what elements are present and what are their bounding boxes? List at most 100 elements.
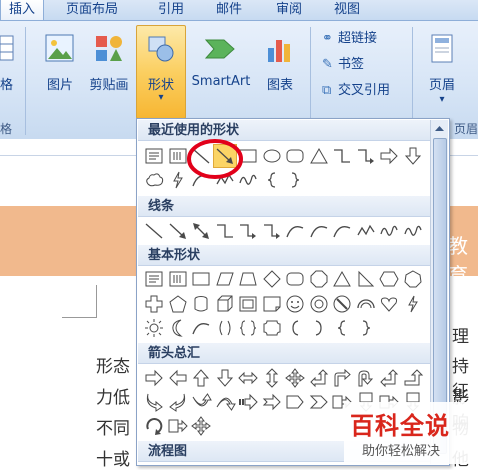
freeform-shape-icon[interactable]	[355, 220, 377, 242]
hyperlink-button[interactable]: ⚭ 超链接	[322, 30, 377, 48]
scroll-up-icon[interactable]	[433, 122, 446, 135]
elbowarr-shape-icon[interactable]	[261, 220, 283, 242]
bookmark-button[interactable]: ✎ 书签	[322, 56, 364, 74]
cross-shape-icon[interactable]	[143, 293, 165, 315]
dbrace-shape-icon[interactable]	[237, 317, 259, 339]
clipart-button[interactable]: 剪贴画	[84, 30, 134, 110]
elbow-shape-icon[interactable]	[214, 220, 236, 242]
curvedD-shape-icon[interactable]	[214, 391, 236, 413]
bentarrow-shape-icon[interactable]	[331, 367, 353, 389]
uturn-shape-icon[interactable]	[355, 367, 377, 389]
heptagon-shape-icon[interactable]	[402, 268, 424, 290]
section-lines: 线条	[138, 196, 430, 217]
calloutR-shape-icon[interactable]	[167, 415, 189, 437]
donut-shape-icon[interactable]	[308, 293, 330, 315]
heart-shape-icon[interactable]	[378, 293, 400, 315]
curvedU-shape-icon[interactable]	[190, 391, 212, 413]
udarrow-shape-icon[interactable]	[261, 367, 283, 389]
arrow-shape-icon[interactable]	[167, 220, 189, 242]
lupdown-shape-icon[interactable]	[378, 367, 400, 389]
dblarrow-shape-icon[interactable]	[190, 220, 212, 242]
shapes-button[interactable]: 形状 ▾	[136, 25, 186, 119]
bevel-shape-icon[interactable]	[237, 293, 259, 315]
tri-shape-icon[interactable]	[308, 145, 330, 167]
curvedR-shape-icon[interactable]	[143, 391, 165, 413]
chart-button[interactable]: 图表	[258, 30, 302, 110]
curve-shape-icon[interactable]	[190, 317, 212, 339]
table-button[interactable]: 格	[0, 30, 22, 110]
lbrace-shape-icon[interactable]	[331, 317, 353, 339]
tab-insert[interactable]: 插入	[0, 0, 44, 20]
rect-shape-icon[interactable]	[190, 268, 212, 290]
elbow-shape-icon[interactable]	[331, 145, 353, 167]
fold-shape-icon[interactable]	[261, 293, 283, 315]
tab-mailings[interactable]: 邮件	[216, 0, 242, 20]
pentagon-shape-icon[interactable]	[167, 293, 189, 315]
quadarrow-shape-icon[interactable]	[190, 415, 212, 437]
dbracket-shape-icon[interactable]	[214, 317, 236, 339]
scribble-shape-icon[interactable]	[402, 220, 424, 242]
curve-shape-icon[interactable]	[308, 220, 330, 242]
cloud-shape-icon[interactable]	[143, 169, 165, 191]
cube-shape-icon[interactable]	[214, 293, 236, 315]
scribble-shape-icon[interactable]	[378, 220, 400, 242]
quadarrow-shape-icon[interactable]	[284, 367, 306, 389]
rbrace-shape-icon[interactable]	[355, 317, 377, 339]
tab-view[interactable]: 视图	[334, 0, 360, 20]
moon-shape-icon[interactable]	[167, 317, 189, 339]
curve-shape-icon[interactable]	[331, 220, 353, 242]
elbowarr-shape-icon[interactable]	[237, 220, 259, 242]
plaque-shape-icon[interactable]	[261, 317, 283, 339]
diamond-shape-icon[interactable]	[261, 268, 283, 290]
sun-shape-icon[interactable]	[143, 317, 165, 339]
rtri-shape-icon[interactable]	[355, 268, 377, 290]
lbrace-shape-icon[interactable]	[261, 169, 283, 191]
elbowarr-shape-icon[interactable]	[355, 145, 377, 167]
arc-shape-icon[interactable]	[355, 293, 377, 315]
striped-shape-icon[interactable]	[237, 391, 259, 413]
picture-button[interactable]: 图片	[38, 30, 82, 110]
vtextbox-shape-icon[interactable]	[167, 268, 189, 290]
tab-page-layout[interactable]: 页面布局	[66, 0, 118, 20]
circarrow-shape-icon[interactable]	[143, 415, 165, 437]
cross-reference-button[interactable]: ⧉ 交叉引用	[322, 82, 390, 100]
smile-shape-icon[interactable]	[284, 293, 306, 315]
bookmark-label: 书签	[338, 57, 365, 72]
bentup-shape-icon[interactable]	[402, 367, 424, 389]
para-shape-icon[interactable]	[214, 268, 236, 290]
hexagon-shape-icon[interactable]	[378, 268, 400, 290]
larrow-shape-icon[interactable]	[167, 367, 189, 389]
chevron-shape-icon[interactable]	[308, 391, 330, 413]
nosym-shape-icon[interactable]	[331, 293, 353, 315]
lbracket-shape-icon[interactable]	[284, 317, 306, 339]
bolt-shape-icon[interactable]	[402, 293, 424, 315]
rrect-shape-icon[interactable]	[284, 268, 306, 290]
octagon-shape-icon[interactable]	[308, 268, 330, 290]
darrow-shape-icon[interactable]	[214, 367, 236, 389]
uarrow-shape-icon[interactable]	[190, 367, 212, 389]
smartart-button[interactable]: SmartArt	[186, 30, 256, 110]
oval-shape-icon[interactable]	[261, 145, 283, 167]
header-button[interactable]: 页眉 ▾	[418, 30, 466, 110]
curvedL-shape-icon[interactable]	[167, 391, 189, 413]
rbrace-shape-icon[interactable]	[284, 169, 306, 191]
rarrow-shape-icon[interactable]	[143, 367, 165, 389]
textbox-shape-icon[interactable]	[143, 145, 165, 167]
notched-shape-icon[interactable]	[261, 391, 283, 413]
rbracket-shape-icon[interactable]	[308, 317, 330, 339]
tab-review[interactable]: 审阅	[276, 0, 302, 20]
lupdown-shape-icon[interactable]	[308, 367, 330, 389]
rrect-shape-icon[interactable]	[284, 145, 306, 167]
textbox-shape-icon[interactable]	[143, 268, 165, 290]
picture-icon	[45, 34, 74, 62]
can-shape-icon[interactable]	[190, 293, 212, 315]
trap-shape-icon[interactable]	[237, 268, 259, 290]
curve-shape-icon[interactable]	[284, 220, 306, 242]
line-shape-icon[interactable]	[143, 220, 165, 242]
tab-references[interactable]: 引用	[158, 0, 184, 20]
rarrow-shape-icon[interactable]	[378, 145, 400, 167]
tri-shape-icon[interactable]	[331, 268, 353, 290]
lrarrow-shape-icon[interactable]	[237, 367, 259, 389]
darrow-shape-icon[interactable]	[402, 145, 424, 167]
pentarrow-shape-icon[interactable]	[284, 391, 306, 413]
